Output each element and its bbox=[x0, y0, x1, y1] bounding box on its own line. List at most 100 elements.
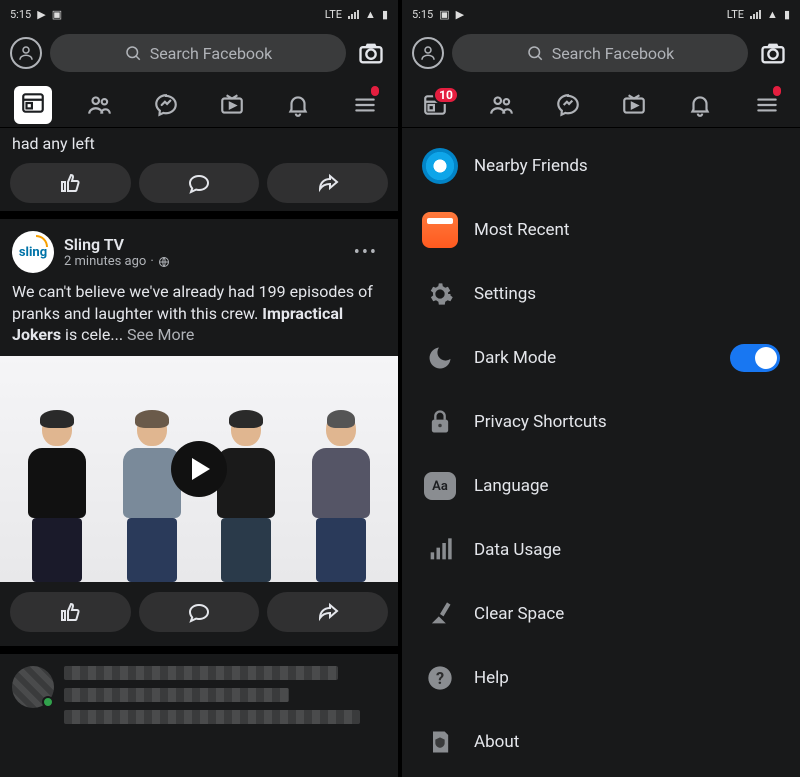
svg-text:?: ? bbox=[436, 669, 444, 688]
settings-icon bbox=[422, 276, 458, 312]
menu-item-settings[interactable]: Settings bbox=[402, 262, 800, 326]
signal-icon bbox=[348, 9, 359, 19]
tab-home[interactable]: 10 bbox=[402, 82, 468, 127]
menu-item-language[interactable]: Aa Language bbox=[402, 454, 800, 518]
post-video[interactable] bbox=[0, 356, 398, 582]
camera-icon bbox=[357, 39, 385, 67]
tab-watch[interactable] bbox=[199, 82, 265, 127]
status-left: 5:15 ▶ ▣ bbox=[10, 8, 62, 21]
news-feed[interactable]: had any left sling Sling TV 2 minutes ag… bbox=[0, 128, 398, 764]
status-time: 5:15 bbox=[412, 8, 433, 21]
tab-messenger[interactable] bbox=[133, 82, 199, 127]
messenger-icon bbox=[153, 92, 179, 118]
tab-watch[interactable] bbox=[601, 82, 667, 127]
dark-mode-icon bbox=[422, 340, 458, 376]
person-icon bbox=[419, 44, 437, 62]
menu-item-help[interactable]: ? Help bbox=[402, 646, 800, 710]
play-button[interactable] bbox=[171, 441, 227, 497]
profile-button[interactable] bbox=[412, 37, 444, 69]
clear-space-icon bbox=[422, 596, 458, 632]
youtube-icon: ▶ bbox=[37, 8, 45, 21]
friends-icon bbox=[86, 92, 112, 118]
status-right: LTE ▲ ▮ bbox=[727, 8, 790, 21]
search-input[interactable]: Search Facebook bbox=[50, 34, 346, 72]
comment-button[interactable] bbox=[139, 163, 260, 203]
blurred-post bbox=[0, 654, 398, 764]
blur-line bbox=[64, 710, 360, 724]
post-author[interactable]: Sling TV bbox=[64, 235, 336, 254]
messenger-icon bbox=[555, 92, 581, 118]
image-icon: ▣ bbox=[439, 8, 449, 21]
battery-icon: ▮ bbox=[382, 8, 388, 21]
menu-item-privacy[interactable]: Privacy Shortcuts bbox=[402, 390, 800, 454]
menu-label: Language bbox=[474, 476, 549, 496]
data-usage-icon bbox=[422, 532, 458, 568]
blur-line bbox=[64, 688, 289, 702]
network-label: LTE bbox=[325, 8, 342, 21]
menu-item-data-usage[interactable]: Data Usage bbox=[402, 518, 800, 582]
blurred-avatar bbox=[12, 666, 54, 708]
menu-label: Settings bbox=[474, 284, 536, 304]
status-bar: 5:15 ▶ ▣ LTE ▲ ▮ bbox=[0, 0, 398, 28]
tab-messenger[interactable] bbox=[535, 82, 601, 127]
online-dot-icon bbox=[42, 696, 54, 708]
tab-bar: 10 bbox=[402, 82, 800, 128]
battery-icon: ▮ bbox=[784, 8, 790, 21]
tab-menu[interactable] bbox=[734, 82, 800, 127]
search-icon bbox=[124, 44, 142, 62]
camera-button[interactable] bbox=[354, 36, 388, 70]
share-button[interactable] bbox=[267, 592, 388, 632]
network-label: LTE bbox=[727, 8, 744, 21]
tab-notifications[interactable] bbox=[667, 82, 733, 127]
youtube-icon: ▶ bbox=[456, 8, 464, 21]
comment-button[interactable] bbox=[139, 592, 260, 632]
post-fragment-text: had any left bbox=[0, 128, 398, 163]
home-badge: 10 bbox=[433, 86, 459, 104]
post-text: We can't believe we've already had 199 e… bbox=[0, 281, 398, 356]
menu-badge bbox=[369, 84, 381, 98]
share-button[interactable] bbox=[267, 163, 388, 203]
person-icon bbox=[17, 44, 35, 62]
post-actions-2 bbox=[0, 582, 398, 640]
tab-friends[interactable] bbox=[468, 82, 534, 127]
bell-icon bbox=[285, 92, 311, 118]
tab-friends[interactable] bbox=[66, 82, 132, 127]
camera-button[interactable] bbox=[756, 36, 790, 70]
search-input[interactable]: Search Facebook bbox=[452, 34, 748, 72]
menu-item-dark-mode[interactable]: Dark Mode bbox=[402, 326, 800, 390]
language-icon: Aa bbox=[422, 468, 458, 504]
menu-item-most-recent[interactable]: Most Recent bbox=[402, 198, 800, 262]
language-badge-icon: Aa bbox=[424, 472, 456, 500]
tab-home[interactable] bbox=[0, 82, 66, 127]
post-avatar[interactable]: sling bbox=[12, 231, 54, 273]
app-header: Search Facebook bbox=[0, 28, 398, 82]
blur-line bbox=[64, 666, 338, 680]
menu-item-nearby-friends[interactable]: Nearby Friends bbox=[402, 134, 800, 198]
video-person-1 bbox=[22, 412, 92, 582]
see-more-link[interactable]: See More bbox=[127, 325, 194, 344]
post-timestamp: 2 minutes ago bbox=[64, 254, 146, 269]
most-recent-icon bbox=[422, 212, 458, 248]
post-more-button[interactable]: ••• bbox=[346, 238, 386, 267]
menu-item-about[interactable]: About bbox=[402, 710, 800, 774]
camera-icon bbox=[759, 39, 787, 67]
dark-mode-toggle[interactable] bbox=[730, 344, 780, 372]
menu-list[interactable]: Nearby Friends Most Recent Settings Dark… bbox=[402, 128, 800, 777]
status-bar: 5:15 ▣ ▶ LTE ▲ ▮ bbox=[402, 0, 800, 28]
like-icon bbox=[58, 171, 82, 195]
tab-menu[interactable] bbox=[332, 82, 398, 127]
menu-label: Privacy Shortcuts bbox=[474, 412, 607, 432]
friends-icon bbox=[488, 92, 514, 118]
post-actions-1 bbox=[0, 163, 398, 211]
like-button[interactable] bbox=[10, 592, 131, 632]
like-button[interactable] bbox=[10, 163, 131, 203]
menu-item-clear-space[interactable]: Clear Space bbox=[402, 582, 800, 646]
tab-home-active bbox=[14, 86, 52, 124]
profile-button[interactable] bbox=[10, 37, 42, 69]
wifi-icon: ▲ bbox=[767, 8, 778, 21]
menu-label: Nearby Friends bbox=[474, 156, 588, 176]
sling-arc-icon bbox=[36, 235, 48, 247]
tab-notifications[interactable] bbox=[265, 82, 331, 127]
search-placeholder: Search Facebook bbox=[552, 44, 675, 63]
wifi-icon: ▲ bbox=[365, 8, 376, 21]
